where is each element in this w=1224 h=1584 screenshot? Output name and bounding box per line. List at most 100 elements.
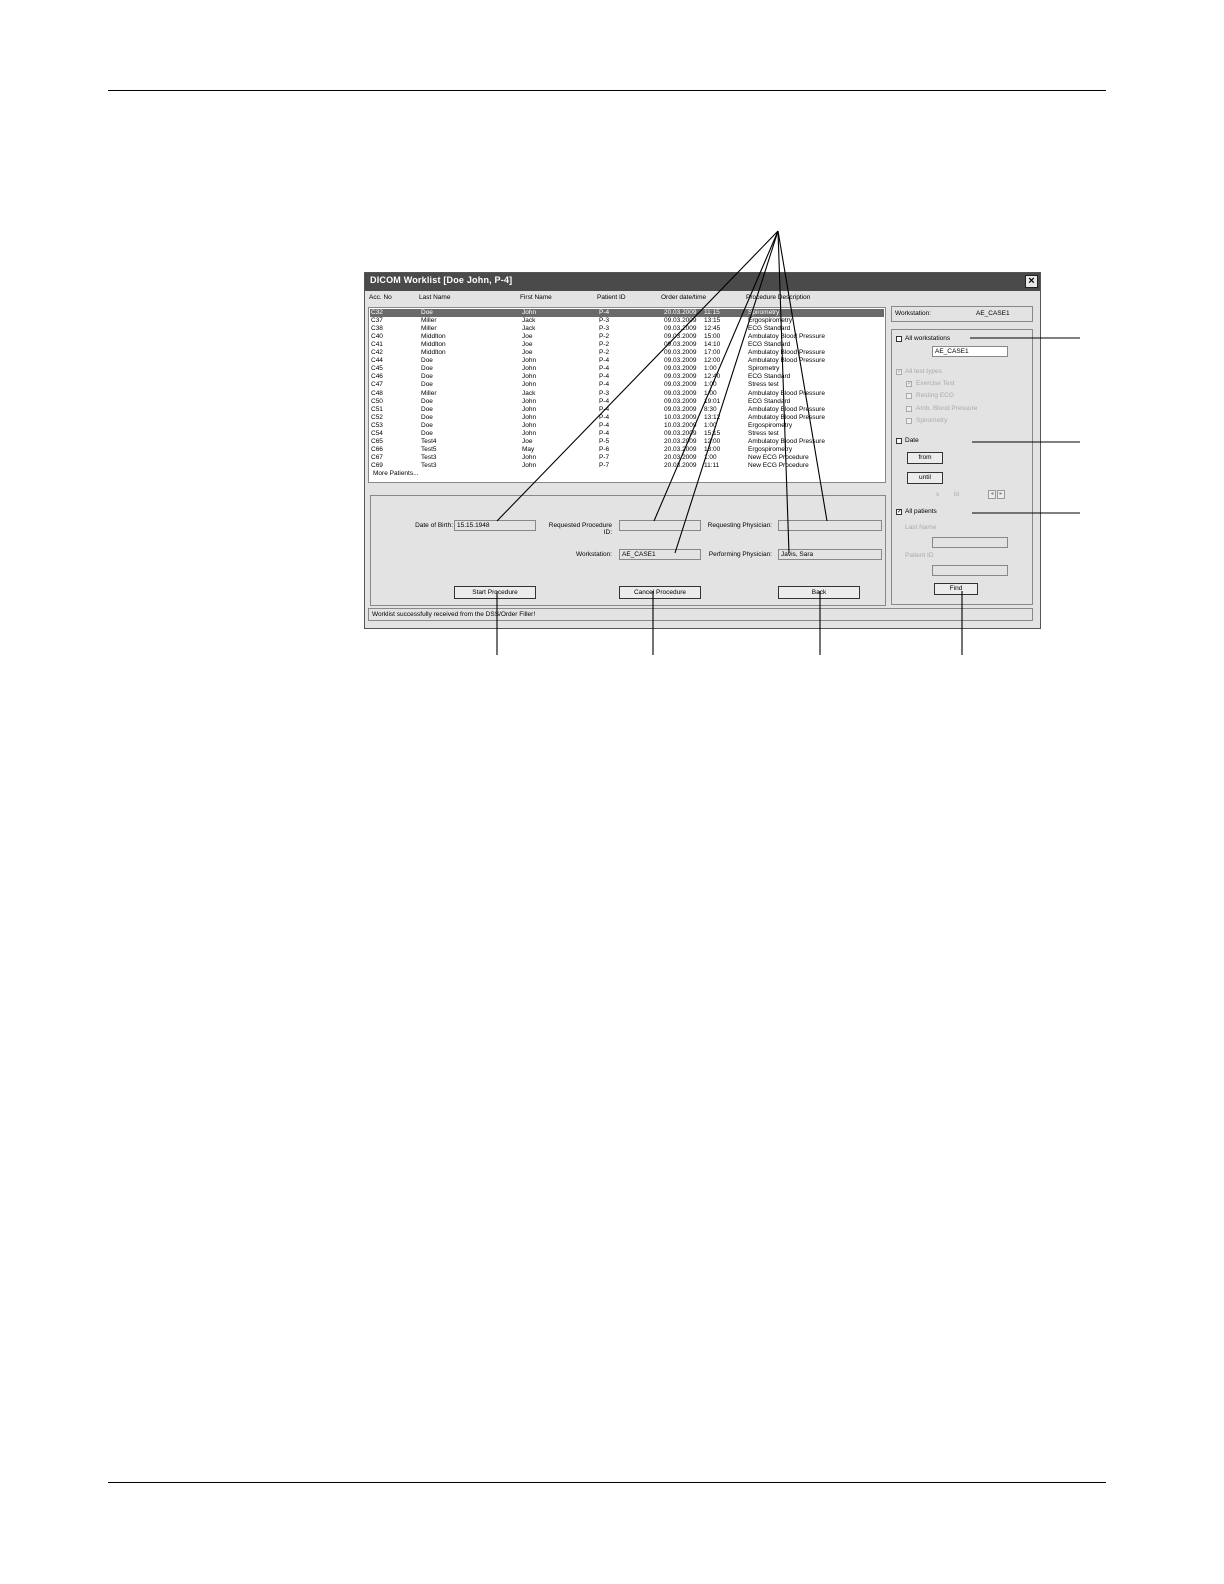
- cell-first: John: [522, 461, 537, 469]
- cell-first: May: [522, 445, 535, 453]
- date-checkbox[interactable]: [896, 438, 902, 444]
- start-procedure-button[interactable]: Start Procedure: [454, 586, 536, 599]
- workstation-label: Workstation:: [575, 551, 612, 558]
- table-row[interactable]: C54 Doe John P-4 09.03.2009 15:15 Stress test: [370, 430, 884, 438]
- cell-time: 12:00: [704, 357, 721, 365]
- find-button[interactable]: Find: [934, 583, 978, 595]
- footer-rule: [108, 1482, 1106, 1483]
- workstation-display: Workstation: AE_CASE1: [891, 306, 1033, 322]
- header-rule: [108, 90, 1106, 91]
- cell-pid: P-7: [599, 461, 610, 469]
- table-row[interactable]: C52 Doe John P-4 10.03.2009 13:12 Ambulatoy Bl…: [370, 414, 884, 422]
- cell-time: 12:45: [704, 325, 721, 333]
- cell-date: 09.03.2009: [664, 405, 697, 413]
- cell-acc: C52: [371, 413, 383, 421]
- cell-last: Test3: [421, 461, 437, 469]
- cell-last: Middlton: [421, 349, 446, 357]
- cell-first: Joe: [522, 349, 533, 357]
- performing-physician-label: Performing Physician:: [708, 551, 772, 558]
- from-button[interactable]: from: [907, 452, 943, 464]
- cell-first: John: [522, 397, 537, 405]
- exercise-test-checkbox[interactable]: ✓: [906, 381, 912, 387]
- cell-acc: C67: [371, 453, 383, 461]
- resting-ecg-label: Resting ECG: [916, 392, 954, 399]
- cell-pid: P-6: [599, 445, 610, 453]
- cell-time: 1:00: [704, 365, 717, 373]
- table-row[interactable]: C50 Doe John P-4 09.03.2009 19:01 ECG Standard: [370, 398, 884, 406]
- cell-time: 11:11: [704, 461, 720, 469]
- spirometry-checkbox[interactable]: [906, 418, 912, 424]
- table-row[interactable]: C46 Doe John P-4 09.03.2009 12:40 ECG Standard: [370, 373, 884, 381]
- all-workstations-checkbox[interactable]: [896, 336, 902, 342]
- cell-acc: C47: [371, 381, 383, 389]
- column-header-order-date-time[interactable]: Order date/time: [661, 294, 706, 301]
- cell-time: 13:00: [704, 445, 721, 453]
- table-row[interactable]: C42 Middlton Joe P-2 09.03.2009 17:00 Ambulato…: [370, 349, 884, 357]
- table-row[interactable]: C32 Doe John P-4 20.03.2009 11:15 Spirometry: [370, 309, 884, 317]
- table-row[interactable]: C38 Miller Jack P-3 09.03.2009 12:45 ECG Stand…: [370, 325, 884, 333]
- table-row[interactable]: C48 Miller Jack P-3 09.03.2009 1:00 Ambulatoy …: [370, 390, 884, 398]
- table-row[interactable]: C51 Doe John P-4 09.03.2009 8:30 Ambulatoy Blo…: [370, 406, 884, 414]
- cell-acc: C48: [371, 389, 383, 397]
- chevron-right-icon[interactable]: ▸: [997, 490, 1005, 499]
- table-row[interactable]: C69 Test3 John P-7 20.03.2009 11:11 New ECG Pr…: [370, 462, 884, 470]
- resting-ecg-checkbox[interactable]: [906, 393, 912, 399]
- cell-date: 20.03.2009: [664, 445, 697, 453]
- table-row[interactable]: C65 Test4 Joe P-5 20.03.2009 12:00 Ambulatoy B…: [370, 438, 884, 446]
- all-test-types-checkbox[interactable]: ✓: [896, 369, 902, 375]
- table-row[interactable]: C67 Test3 John P-7 20.03.2009 1:00 New ECG Pro…: [370, 454, 884, 462]
- cell-pid: P-4: [599, 421, 610, 429]
- cell-first: John: [522, 357, 537, 365]
- worklist-table[interactable]: C32 Doe John P-4 20.03.2009 11:15 Spirometry C3…: [368, 307, 886, 483]
- cell-proc: Ergospirometry: [748, 421, 793, 429]
- cell-first: Jack: [522, 389, 536, 397]
- cell-first: Joe: [522, 333, 533, 341]
- cell-proc: New ECG Procedure: [748, 453, 809, 461]
- workstation-field: AE_CASE1: [619, 549, 701, 560]
- table-row[interactable]: C37 Miller Jack P-3 09.03.2009 13:15 Ergospiro…: [370, 317, 884, 325]
- cell-first: John: [522, 381, 537, 389]
- patient-id-field[interactable]: [932, 565, 1008, 576]
- chevron-left-icon[interactable]: ◂: [988, 490, 996, 499]
- cell-pid: P-3: [599, 325, 610, 333]
- more-patients-link[interactable]: More Patients...: [373, 470, 419, 478]
- cell-proc: Ambulatoy Blood Pressure: [748, 413, 825, 421]
- last-name-field[interactable]: [932, 537, 1008, 548]
- table-row[interactable]: C53 Doe John P-4 10.03.2009 1:00 Ergospirometr…: [370, 422, 884, 430]
- workstation-filter-field[interactable]: AE_CASE1: [932, 346, 1008, 357]
- cell-acc: C50: [371, 397, 383, 405]
- table-row[interactable]: C41 Middlton Joe P-2 09.03.2009 14:10 ECG Stan…: [370, 341, 884, 349]
- column-header-patient-id[interactable]: Patient ID: [597, 294, 626, 301]
- cancel-procedure-button[interactable]: Cancel Procedure: [619, 586, 701, 599]
- table-row[interactable]: C66 Test5 May P-6 20.03.2009 13:00 Ergospirome…: [370, 446, 884, 454]
- cell-pid: P-3: [599, 389, 610, 397]
- cell-pid: P-4: [599, 397, 610, 405]
- amb-blood-pressure-checkbox[interactable]: [906, 406, 912, 412]
- close-icon[interactable]: ×: [1025, 275, 1038, 288]
- cell-last: Doe: [421, 429, 433, 437]
- cell-time: 14:10: [704, 341, 721, 349]
- back-button[interactable]: Back: [778, 586, 860, 599]
- cell-time: 13:15: [704, 317, 721, 325]
- cell-time: 11:15: [704, 309, 720, 316]
- cell-date: 20.03.2009: [664, 461, 697, 469]
- cell-proc: Ambulatoy Blood Pressure: [748, 389, 825, 397]
- cell-acc: C44: [371, 357, 383, 365]
- table-row[interactable]: C47 Doe John P-4 09.03.2009 1:00 Stress test: [370, 381, 884, 389]
- table-row[interactable]: C40 Middlton Joe P-2 09.03.2009 15:00 Ambulato…: [370, 333, 884, 341]
- column-header-first-name[interactable]: First Name: [520, 294, 552, 301]
- cell-proc: Ambulatoy Blood Pressure: [748, 357, 825, 365]
- table-row[interactable]: C44 Doe John P-4 09.03.2009 12:00 Ambulatoy Bl…: [370, 357, 884, 365]
- requesting-physician-field: [778, 520, 882, 531]
- until-button[interactable]: until: [907, 472, 943, 484]
- all-patients-checkbox[interactable]: ✓: [896, 509, 902, 515]
- column-header-last-name[interactable]: Last Name: [419, 294, 450, 301]
- column-header-acc-no[interactable]: Acc. No: [369, 294, 392, 301]
- column-header-procedure-description[interactable]: Procedure Description: [746, 294, 810, 301]
- cell-date: 10.03.2009: [664, 413, 697, 421]
- cell-pid: P-4: [599, 365, 610, 373]
- table-row[interactable]: C45 Doe John P-4 09.03.2009 1:00 Spirometry: [370, 365, 884, 373]
- cell-proc: Ergospirometry: [748, 317, 793, 325]
- cell-time: 1:00: [704, 389, 717, 397]
- cell-pid: P-2: [599, 333, 610, 341]
